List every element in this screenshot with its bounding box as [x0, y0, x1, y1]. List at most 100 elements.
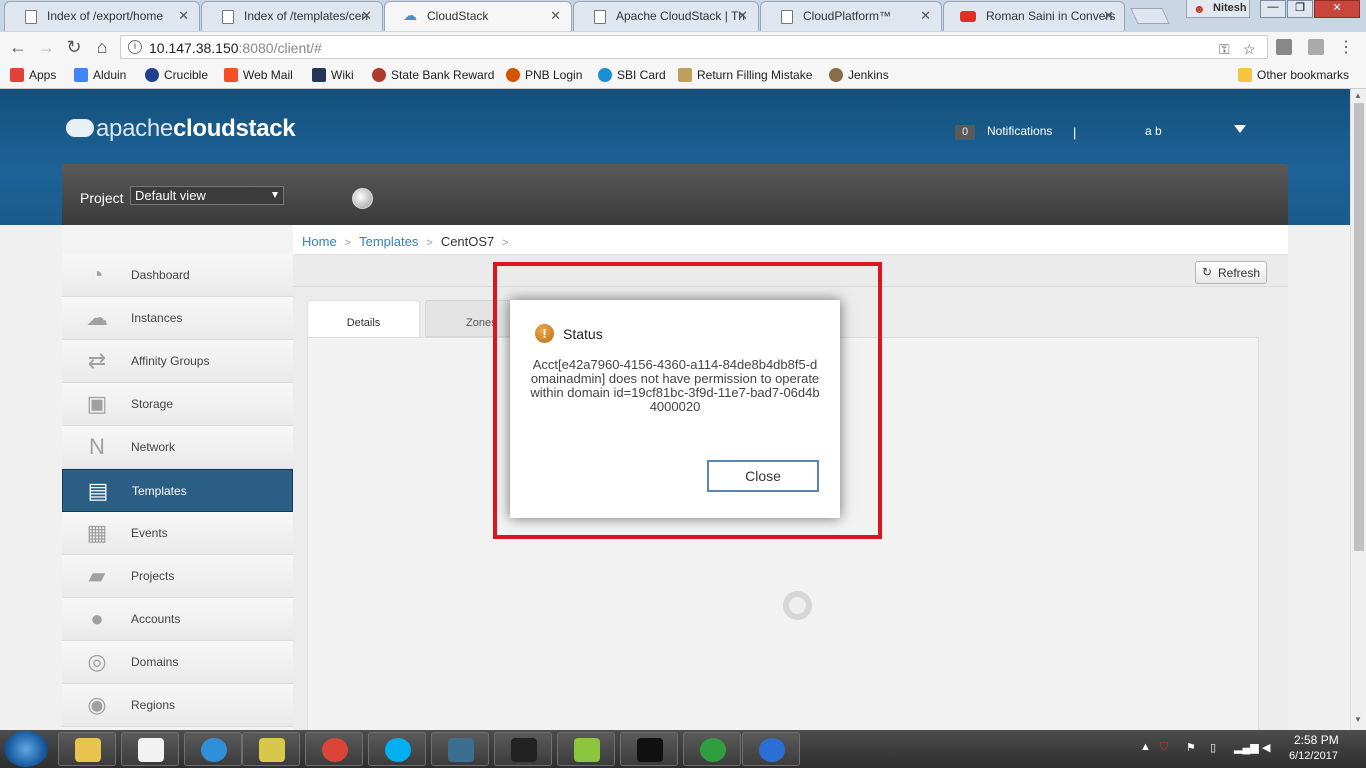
xmanager-icon[interactable]	[742, 732, 800, 766]
bookmark-star-icon[interactable]: ☆	[1243, 41, 1256, 58]
windows-logo-icon	[224, 68, 238, 82]
sidebar-item-label: Templates	[132, 484, 187, 498]
forward-icon[interactable]: →	[36, 37, 56, 58]
user-icon: ●	[90, 606, 104, 631]
tab-close-icon[interactable]: ✕	[550, 8, 561, 24]
home-icon[interactable]: ⌂	[92, 37, 112, 58]
new-tab-button[interactable]	[1130, 8, 1170, 24]
browser-tab[interactable]: CloudPlatform™ ✕	[760, 1, 942, 31]
intellij-icon[interactable]	[494, 732, 552, 766]
page-scrollbar[interactable]: ▲ ▼	[1350, 89, 1366, 730]
editor-icon[interactable]	[557, 732, 615, 766]
sidebar-item-regions[interactable]: ◉ Regions	[62, 684, 293, 727]
sidebar-item-instances[interactable]: ☁ Instances	[62, 297, 293, 340]
cloudstack-logo[interactable]: apachecloudstack	[66, 115, 296, 143]
bookmark-return-filling[interactable]: Return Filling Mistake	[678, 68, 812, 82]
header-separator: |	[1073, 125, 1077, 140]
sidebar-item-projects[interactable]: ▰ Projects	[62, 555, 293, 598]
scroll-up-icon[interactable]: ▲	[1354, 91, 1362, 100]
maximize-button[interactable]: ❐	[1287, 0, 1313, 18]
bookmark-wiki[interactable]: Wiki	[312, 68, 354, 82]
tab-close-icon[interactable]: ✕	[1103, 8, 1114, 24]
back-icon[interactable]: ←	[8, 37, 28, 58]
sidebar-item-affinity-groups[interactable]: ⇄ Affinity Groups	[62, 340, 293, 383]
browser-tab[interactable]: Apache CloudStack | Th ✕	[573, 1, 759, 31]
7zip-icon[interactable]	[121, 732, 179, 766]
scrollbar-thumb[interactable]	[1354, 103, 1364, 551]
key-icon[interactable]: ⚿	[1219, 41, 1230, 58]
show-hidden-icons[interactable]: ▲	[1140, 741, 1151, 753]
user-menu[interactable]: a b	[1145, 124, 1162, 138]
sidebar-item-dashboard[interactable]: ◔ Dashboard	[62, 254, 293, 297]
bookmark-pnb-login[interactable]: PNB Login	[506, 68, 582, 82]
menu-icon[interactable]: ⋮	[1336, 37, 1356, 57]
tab-close-icon[interactable]: ✕	[737, 8, 748, 24]
bookmark-web-mail[interactable]: Web Mail	[224, 68, 293, 82]
globe-icon[interactable]	[352, 188, 373, 209]
bookmark-alduin[interactable]: Alduin	[74, 68, 126, 82]
address-bar[interactable]: i 10.147.38.150:8080/client/# ⚿ ☆	[120, 35, 1268, 59]
bookmark-sbi-card[interactable]: SBI Card	[598, 68, 666, 82]
browser-tab-active[interactable]: ☁ CloudStack ✕	[384, 1, 572, 31]
breadcrumb: Home > Templates > CentOS7 >	[293, 225, 1288, 255]
sidebar-item-label: Projects	[131, 569, 175, 583]
tab-close-icon[interactable]: ✕	[178, 8, 189, 24]
user-menu-caret-icon[interactable]	[1234, 125, 1246, 133]
start-button[interactable]	[4, 731, 48, 767]
notifications-count-badge[interactable]: 0	[955, 125, 975, 140]
breadcrumb-templates[interactable]: Templates	[359, 234, 418, 249]
sidebar-item-accounts[interactable]: ● Accounts	[62, 598, 293, 641]
profile-button[interactable]: ☻ Nitesh	[1186, 0, 1250, 18]
clock-date[interactable]: 6/12/2017	[1289, 750, 1338, 762]
browser-tab[interactable]: Index of /export/home ✕	[4, 1, 200, 31]
scroll-down-icon[interactable]: ▼	[1354, 715, 1362, 724]
close-button[interactable]: Close	[707, 460, 819, 492]
signal-icon[interactable]: ▂▄▆	[1234, 741, 1259, 754]
browser-tab[interactable]: Roman Saini in Convers ✕	[943, 1, 1125, 31]
bookmarks-bar: Apps Alduin Crucible Web Mail Wiki State…	[0, 62, 1366, 89]
extension-icon[interactable]	[1308, 39, 1324, 55]
volume-icon[interactable]: ◀	[1262, 741, 1270, 754]
tab-close-icon[interactable]: ✕	[361, 8, 372, 24]
browser-tab[interactable]: Index of /templates/cen ✕	[201, 1, 383, 31]
minimize-button[interactable]: —	[1260, 0, 1286, 18]
bookmark-state-bank-reward[interactable]: State Bank Reward	[372, 68, 494, 82]
notifications-link[interactable]: Notifications	[987, 124, 1052, 138]
mysql-workbench-icon[interactable]	[431, 732, 489, 766]
explorer-icon[interactable]	[58, 732, 116, 766]
tab-details[interactable]: Details	[307, 300, 420, 338]
other-bookmarks[interactable]: Other bookmarks	[1238, 68, 1349, 82]
sidebar-item-templates[interactable]: ▤ Templates	[62, 469, 293, 512]
refresh-icon: ↻	[1202, 265, 1213, 279]
usb-icon[interactable]: ▯	[1210, 741, 1216, 754]
chrome-icon[interactable]	[305, 732, 363, 766]
flag-icon[interactable]: ⚑	[1186, 741, 1196, 754]
sidebar-item-storage[interactable]: ▣ Storage	[62, 383, 293, 426]
sidebar-item-domains[interactable]: ◎ Domains	[62, 641, 293, 684]
vpn-icon[interactable]	[683, 732, 741, 766]
project-select[interactable]: Default view	[130, 186, 284, 205]
cloud-icon: ☁	[403, 7, 417, 23]
skype-icon[interactable]	[368, 732, 426, 766]
ie-icon[interactable]	[184, 732, 242, 766]
profile-avatar-icon: ☻	[1193, 2, 1206, 16]
templates-icon: ▤	[87, 478, 109, 503]
extension-icon[interactable]	[1276, 39, 1292, 55]
bookmark-jenkins[interactable]: Jenkins	[829, 68, 889, 82]
breadcrumb-home[interactable]: Home	[302, 234, 337, 249]
bookmark-apps[interactable]: Apps	[10, 68, 56, 82]
antivirus-icon[interactable]: ⛉	[1160, 741, 1168, 754]
sidebar-item-label: Accounts	[131, 612, 181, 626]
sidebar-item-events[interactable]: ▦ Events	[62, 512, 293, 555]
bookmark-crucible[interactable]: Crucible	[145, 68, 208, 82]
clock-time[interactable]: 2:58 PM	[1294, 733, 1339, 747]
refresh-button[interactable]: ↻ Refresh	[1195, 261, 1267, 284]
project-bar: Project Default view	[62, 164, 1288, 225]
network-tool-icon[interactable]	[242, 732, 300, 766]
cmd-icon[interactable]	[620, 732, 678, 766]
sidebar-item-network[interactable]: N Network	[62, 426, 293, 469]
info-icon[interactable]: i	[128, 40, 142, 54]
reload-icon[interactable]: ↻	[64, 37, 84, 58]
window-close-button[interactable]: ✕	[1314, 0, 1360, 18]
tab-close-icon[interactable]: ✕	[920, 8, 931, 24]
